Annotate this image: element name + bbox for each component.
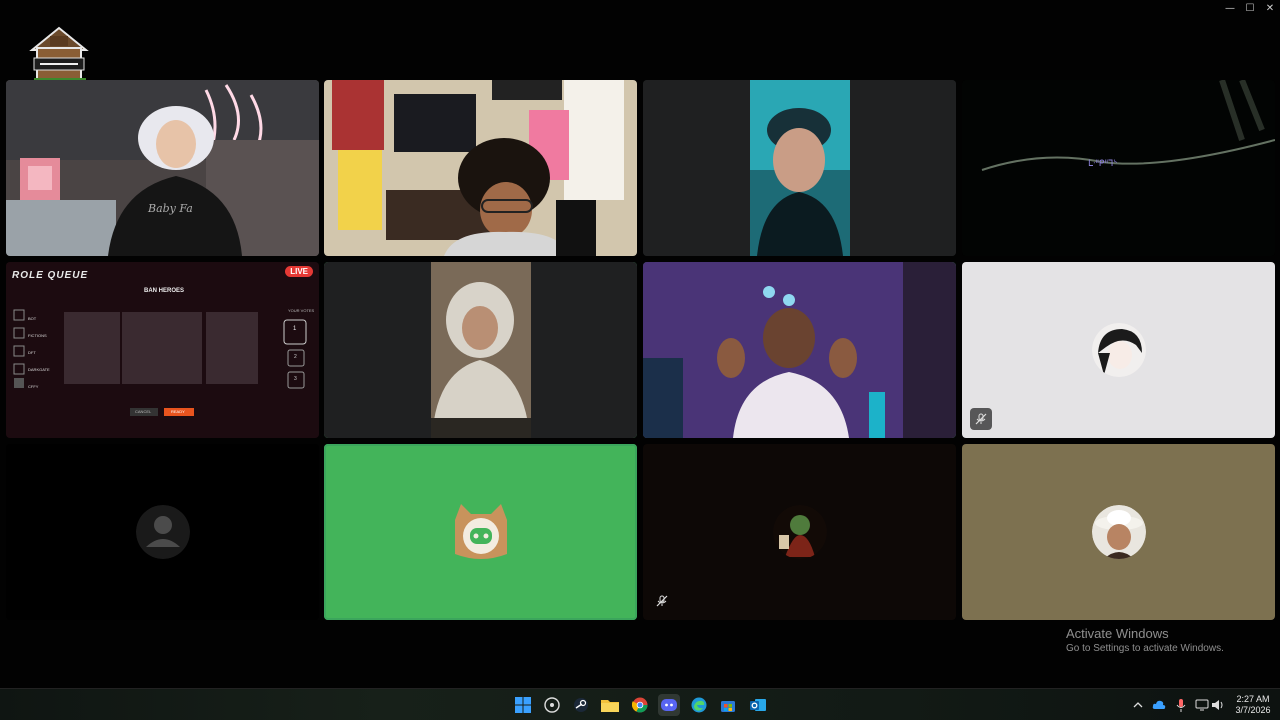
- microphone-icon[interactable]: [1174, 698, 1188, 712]
- participant-video-cap[interactable]: [643, 80, 956, 256]
- maximize-button[interactable]: ☐: [1240, 0, 1260, 16]
- mute-badge: [970, 408, 992, 430]
- stream-heading: BAN HEROES: [144, 288, 185, 294]
- participant-video-dark[interactable]: ᒪᐧᐦᑭᐦᒣᔅ: [962, 80, 1275, 256]
- participant-avatar-goblin[interactable]: [643, 444, 956, 620]
- user-avatar: [772, 505, 827, 559]
- user-avatar: [1091, 505, 1146, 559]
- player-name: FICTIONS: [28, 333, 47, 338]
- participant-stream-role-queue[interactable]: ROLE QUEUE LIVE BAN HEROES YOUR VOTES BO…: [6, 262, 319, 438]
- participant-avatar-default[interactable]: [6, 444, 319, 620]
- minimize-button[interactable]: —: [1220, 0, 1240, 16]
- muted-mic-icon: [975, 413, 987, 425]
- player-name: BOT: [28, 316, 37, 321]
- stream-cancel: CANCEL: [135, 409, 152, 414]
- player-name: DFT: [28, 350, 36, 355]
- network-icon[interactable]: [1195, 698, 1209, 712]
- system-clock[interactable]: 2:27 AM 3/7/2026: [1232, 694, 1274, 716]
- discord-call-window: — ☐ ✕ Baby Fa ᒪᐧᐦᑭᐦᒣᔅ ROLE QUEUE LIVE BA…: [0, 0, 1280, 688]
- participant-avatar-discord-cat[interactable]: [324, 444, 637, 620]
- participant-avatar-cowboy[interactable]: [962, 444, 1275, 620]
- video-feed: Baby Fa: [6, 80, 319, 256]
- steam-alt-icon[interactable]: [541, 694, 563, 716]
- store-icon[interactable]: [717, 694, 739, 716]
- participant-video-purple[interactable]: [643, 262, 956, 438]
- cloud-sync-icon[interactable]: [1152, 698, 1166, 712]
- vote-slot: 3: [294, 376, 297, 382]
- activate-windows-watermark: Activate Windows Go to Settings to activ…: [1066, 626, 1224, 655]
- live-badge: LIVE: [285, 266, 313, 277]
- volume-icon[interactable]: [1211, 698, 1225, 712]
- video-feed: [324, 80, 637, 256]
- player-name: CFFY: [28, 384, 39, 389]
- steam-icon[interactable]: [570, 694, 592, 716]
- window-controls: — ☐ ✕: [1220, 0, 1280, 16]
- file-explorer-icon[interactable]: [599, 694, 621, 716]
- user-avatar: [1091, 323, 1146, 377]
- video-feed: [643, 262, 956, 438]
- video-feed: [962, 80, 1275, 256]
- overlay-text: ᒪᐧᐦᑭᐦᒣᔅ: [1088, 158, 1118, 168]
- clock-date: 3/7/2026: [1235, 705, 1271, 715]
- player-list: BOT FICTIONS DFT DARKGATE CFFY: [28, 310, 50, 395]
- default-user-icon: [135, 505, 190, 559]
- clock-time: 2:27 AM: [1236, 694, 1270, 704]
- vote-slot: 1: [293, 326, 297, 332]
- participant-video-bedroom[interactable]: Baby Fa: [6, 80, 319, 256]
- edge-icon[interactable]: [688, 694, 710, 716]
- close-button[interactable]: ✕: [1260, 0, 1280, 16]
- vote-slot: 2: [294, 354, 297, 360]
- mute-badge: [651, 590, 673, 612]
- outlook-icon[interactable]: [747, 694, 769, 716]
- stream-ready: READY: [171, 409, 185, 414]
- chrome-icon[interactable]: [629, 694, 651, 716]
- muted-mic-icon: [656, 595, 668, 607]
- participant-avatar-anime[interactable]: [962, 262, 1275, 438]
- participant-video-gamer-room[interactable]: [324, 80, 637, 256]
- stream-title: ROLE QUEUE: [12, 270, 89, 281]
- player-name: DARKGATE: [28, 367, 50, 372]
- votes-label: YOUR VOTES: [288, 308, 315, 313]
- chevron-up-icon[interactable]: [1131, 698, 1145, 712]
- windows-start-icon[interactable]: [512, 694, 534, 716]
- svg-text:Baby Fa: Baby Fa: [147, 202, 193, 215]
- participant-video-hoodie[interactable]: [324, 262, 637, 438]
- video-feed: [643, 80, 956, 256]
- video-feed: [324, 262, 637, 438]
- discord-icon[interactable]: [658, 694, 680, 716]
- activate-title: Activate Windows: [1066, 626, 1169, 641]
- activate-subtitle: Go to Settings to activate Windows.: [1066, 643, 1224, 654]
- discord-cat-avatar: [454, 504, 507, 559]
- taskbar: 2:27 AM 3/7/2026: [0, 688, 1280, 720]
